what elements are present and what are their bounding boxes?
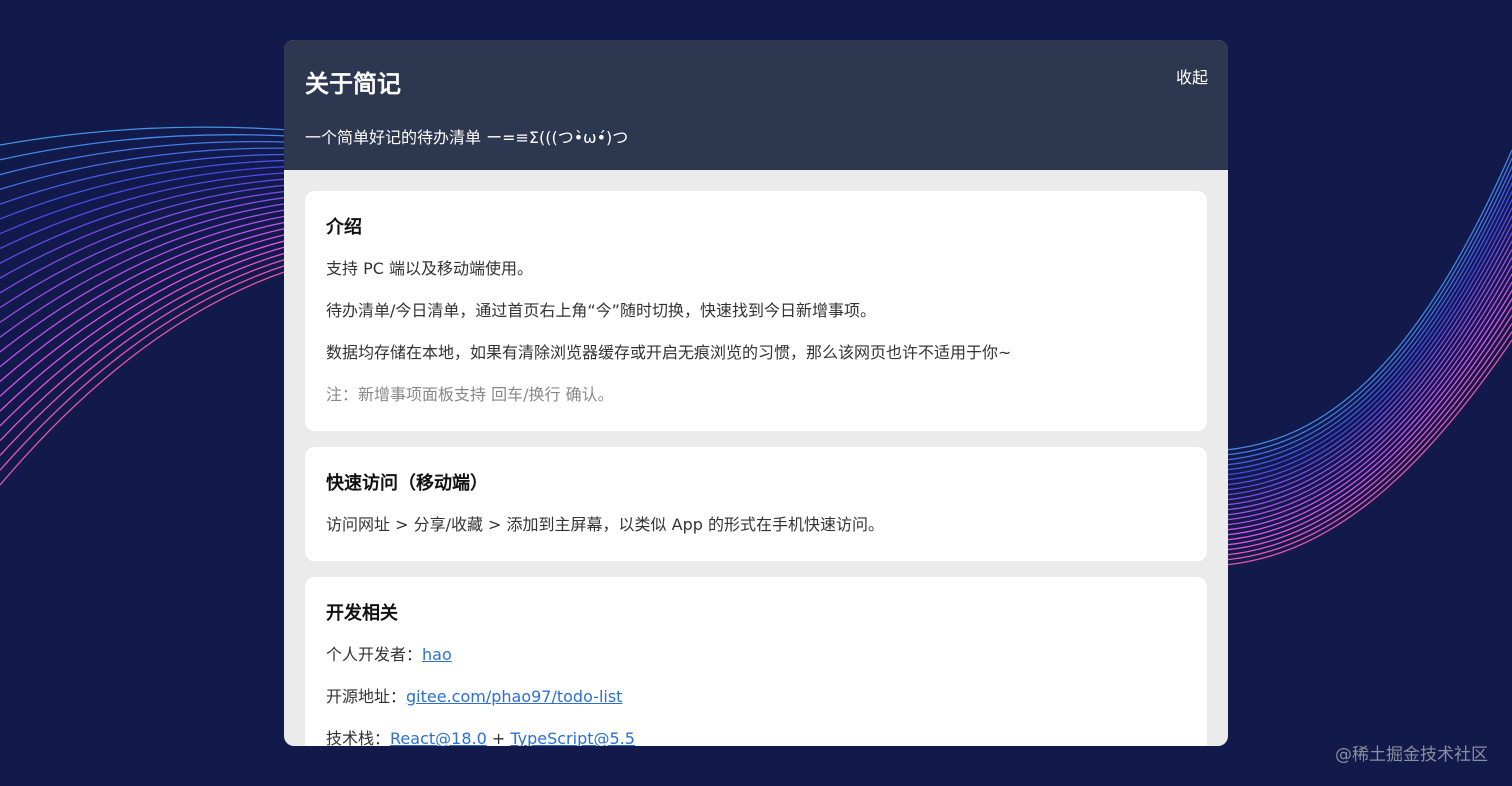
- stack-row: 技术栈：React@18.0 + TypeScript@5.5: [326, 729, 1186, 746]
- wave-line: [0, 126, 291, 146]
- intro-paragraph: 支持 PC 端以及移动端使用。: [326, 259, 533, 278]
- wave-line: [1224, 166, 1512, 461]
- page-subtitle: 一个简单好记的待办清单 ー=≡Σ(((つ•̀ω•́)つ: [305, 128, 629, 147]
- wave-line: [1224, 191, 1512, 476]
- repo-row: 开源地址：gitee.com/phao97/todo-list: [326, 687, 1186, 707]
- wave-line: [1224, 199, 1512, 481]
- wave-line: [1224, 157, 1512, 456]
- watermark: @稀土掘金技术社区: [1335, 745, 1488, 765]
- wave-line: [0, 263, 291, 471]
- page-title: 关于简记: [305, 70, 401, 98]
- react-link[interactable]: React@18.0: [390, 729, 487, 746]
- wave-line: [1224, 174, 1512, 466]
- typescript-link[interactable]: TypeScript@5.5: [510, 729, 635, 746]
- intro-note: 注：新增事项面板支持 回车/换行 确认。: [326, 385, 614, 404]
- collapse-button[interactable]: 收起: [1176, 64, 1208, 88]
- about-panel: 关于简记 一个简单好记的待办清单 ー=≡Σ(((つ•̀ω•́)つ 收起 介绍 支…: [284, 40, 1228, 746]
- wave-line: [0, 269, 291, 486]
- developer-row: 个人开发者：hao: [326, 645, 1186, 665]
- quick-access-text: 访问网址 > 分享/收藏 > 添加到主屏幕，以类似 App 的形式在手机快速访问…: [326, 515, 884, 534]
- panel-content: 介绍 支持 PC 端以及移动端使用。 待办清单/今日清单，通过首页右上角“今”随…: [284, 170, 1228, 746]
- intro-paragraph: 待办清单/今日清单，通过首页右上角“今”随时切换，快速找到今日新增事项。: [326, 301, 876, 320]
- stack-plus: +: [486, 729, 511, 746]
- wave-line: [0, 214, 291, 353]
- dev-heading: 开发相关: [326, 603, 398, 624]
- developer-link[interactable]: hao: [422, 645, 452, 664]
- developer-label: 个人开发者：: [326, 645, 423, 664]
- dev-card: 开发相关 个人开发者：hao 开源地址：gitee.com/phao97/tod…: [305, 577, 1207, 746]
- wave-line: [0, 178, 291, 264]
- quick-access-heading: 快速访问（移动端）: [326, 473, 488, 494]
- repo-link[interactable]: gitee.com/phao97/todo-list: [406, 687, 622, 706]
- quick-access-card: 快速访问（移动端） 访问网址 > 分享/收藏 > 添加到主屏幕，以类似 App …: [305, 447, 1207, 561]
- intro-heading: 介绍: [326, 217, 362, 238]
- stack-label: 技术栈：: [326, 729, 391, 746]
- intro-paragraph: 数据均存储在本地，如果有清除浏览器缓存或开启无痕浏览的习惯，那么该网页也许不适用…: [326, 343, 1012, 362]
- wave-line: [1224, 182, 1512, 471]
- wave-line: [1224, 149, 1512, 451]
- intro-card: 介绍 支持 PC 端以及移动端使用。 待办清单/今日清单，通过首页右上角“今”随…: [305, 191, 1207, 431]
- wave-line: [0, 202, 291, 323]
- repo-label: 开源地址：: [326, 687, 407, 706]
- panel-header: 关于简记 一个简单好记的待办清单 ー=≡Σ(((つ•̀ω•́)つ 收起: [284, 40, 1228, 170]
